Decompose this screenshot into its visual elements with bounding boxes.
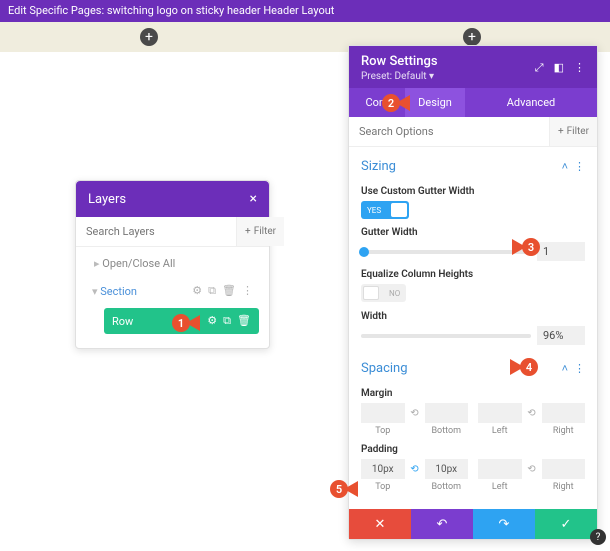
- margin-left-input[interactable]: [478, 403, 522, 423]
- layers-header: Layers ×: [76, 181, 269, 217]
- cancel-button[interactable]: ✕: [349, 509, 411, 539]
- toggle-equalize[interactable]: NO: [361, 284, 406, 302]
- tab-advanced[interactable]: Advanced: [465, 88, 597, 117]
- redo-button[interactable]: ↷: [473, 509, 535, 539]
- padding-inputs: 10pxTop ⟲ 10pxBottom Left ⟲ Right: [361, 459, 585, 492]
- callout-2: 2: [382, 94, 410, 112]
- help-icon[interactable]: ?: [590, 529, 606, 545]
- add-module-button[interactable]: +: [140, 28, 158, 46]
- label-equalize: Equalize Column Heights: [361, 269, 585, 280]
- callout-3: 3: [512, 238, 540, 256]
- more-icon[interactable]: ⋮: [574, 61, 585, 75]
- toggle-custom-gutter[interactable]: YES: [361, 201, 409, 219]
- undo-button[interactable]: ↶: [411, 509, 473, 539]
- gear-icon[interactable]: ⚙: [192, 284, 202, 298]
- chevron-up-icon[interactable]: ˄: [562, 160, 568, 173]
- padding-top-input[interactable]: 10px: [361, 459, 405, 479]
- padding-bottom-input[interactable]: 10px: [425, 459, 469, 479]
- settings-search-input[interactable]: [349, 117, 549, 146]
- padding-left-input[interactable]: [478, 459, 522, 479]
- layers-open-close-all[interactable]: ▸ Open/Close All: [86, 253, 259, 278]
- settings-body: Sizing ˄⋮ Use Custom Gutter Width YES Gu…: [349, 147, 597, 509]
- label-padding: Padding: [361, 444, 585, 455]
- callout-1: 1: [172, 314, 200, 332]
- layers-section-item[interactable]: ▾ Section ⚙ ⧉ 🗑 ⋮: [86, 278, 259, 304]
- layers-filter-button[interactable]: +Filter: [236, 217, 284, 246]
- layers-search-row: +Filter: [76, 217, 269, 247]
- callout-5: 5: [330, 480, 358, 498]
- settings-search-row: +Filter: [349, 117, 597, 147]
- slider-width[interactable]: [361, 334, 531, 338]
- settings-header: Row Settings Preset: Default ▾ ⤢ ◧ ⋮: [349, 46, 597, 88]
- link-icon[interactable]: ⟲: [405, 403, 425, 436]
- label-margin: Margin: [361, 388, 585, 399]
- expand-icon[interactable]: ⤢: [535, 61, 544, 75]
- layers-search-input[interactable]: [76, 217, 236, 246]
- padding-right-input[interactable]: [542, 459, 586, 479]
- link-icon[interactable]: ⟲: [405, 459, 425, 492]
- trash-icon[interactable]: 🗑: [222, 284, 236, 298]
- chevron-up-icon[interactable]: ˄: [562, 362, 568, 375]
- more-icon[interactable]: ⋮: [574, 362, 585, 375]
- more-icon[interactable]: ⋮: [242, 284, 253, 298]
- snap-icon[interactable]: ◧: [554, 61, 564, 75]
- margin-right-input[interactable]: [542, 403, 586, 423]
- trash-icon[interactable]: 🗑: [237, 314, 251, 328]
- label-gutter-width: Gutter Width: [361, 227, 585, 238]
- group-sizing-header[interactable]: Sizing ˄⋮: [361, 153, 585, 178]
- page-topbar: Edit Specific Pages: switching logo on s…: [0, 0, 610, 22]
- input-gutter-width[interactable]: 1: [537, 242, 585, 261]
- slider-gutter-width[interactable]: [361, 250, 531, 254]
- duplicate-icon[interactable]: ⧉: [208, 284, 216, 298]
- settings-footer: ✕ ↶ ↷ ✓: [349, 509, 597, 539]
- label-width: Width: [361, 311, 585, 322]
- link-icon[interactable]: ⟲: [522, 403, 542, 436]
- link-icon[interactable]: ⟲: [522, 459, 542, 492]
- topbar-title: Edit Specific Pages: switching logo on s…: [8, 4, 334, 17]
- callout-4: 4: [510, 358, 538, 376]
- margin-top-input[interactable]: [361, 403, 405, 423]
- gear-icon[interactable]: ⚙: [207, 314, 217, 328]
- more-icon[interactable]: ⋮: [574, 160, 585, 173]
- layers-title: Layers: [88, 192, 126, 207]
- group-spacing-header[interactable]: Spacing ˄⋮: [361, 355, 585, 380]
- label-custom-gutter: Use Custom Gutter Width: [361, 186, 585, 197]
- layers-body: ▸ Open/Close All ▾ Section ⚙ ⧉ 🗑 ⋮ Row ↕…: [76, 247, 269, 348]
- tab-design[interactable]: Design: [405, 88, 465, 117]
- save-button[interactable]: ✓: [535, 509, 597, 539]
- add-module-button[interactable]: +: [463, 28, 481, 46]
- row-settings-panel: Row Settings Preset: Default ▾ ⤢ ◧ ⋮ Con…: [348, 45, 598, 540]
- settings-title: Row Settings: [361, 54, 438, 69]
- settings-filter-button[interactable]: +Filter: [549, 117, 597, 146]
- margin-bottom-input[interactable]: [425, 403, 469, 423]
- input-width[interactable]: 96%: [537, 326, 585, 345]
- settings-preset[interactable]: Preset: Default ▾: [361, 71, 438, 82]
- duplicate-icon[interactable]: ⧉: [223, 314, 231, 328]
- margin-inputs: Top ⟲ Bottom Left ⟲ Right: [361, 403, 585, 436]
- close-icon[interactable]: ×: [250, 191, 257, 207]
